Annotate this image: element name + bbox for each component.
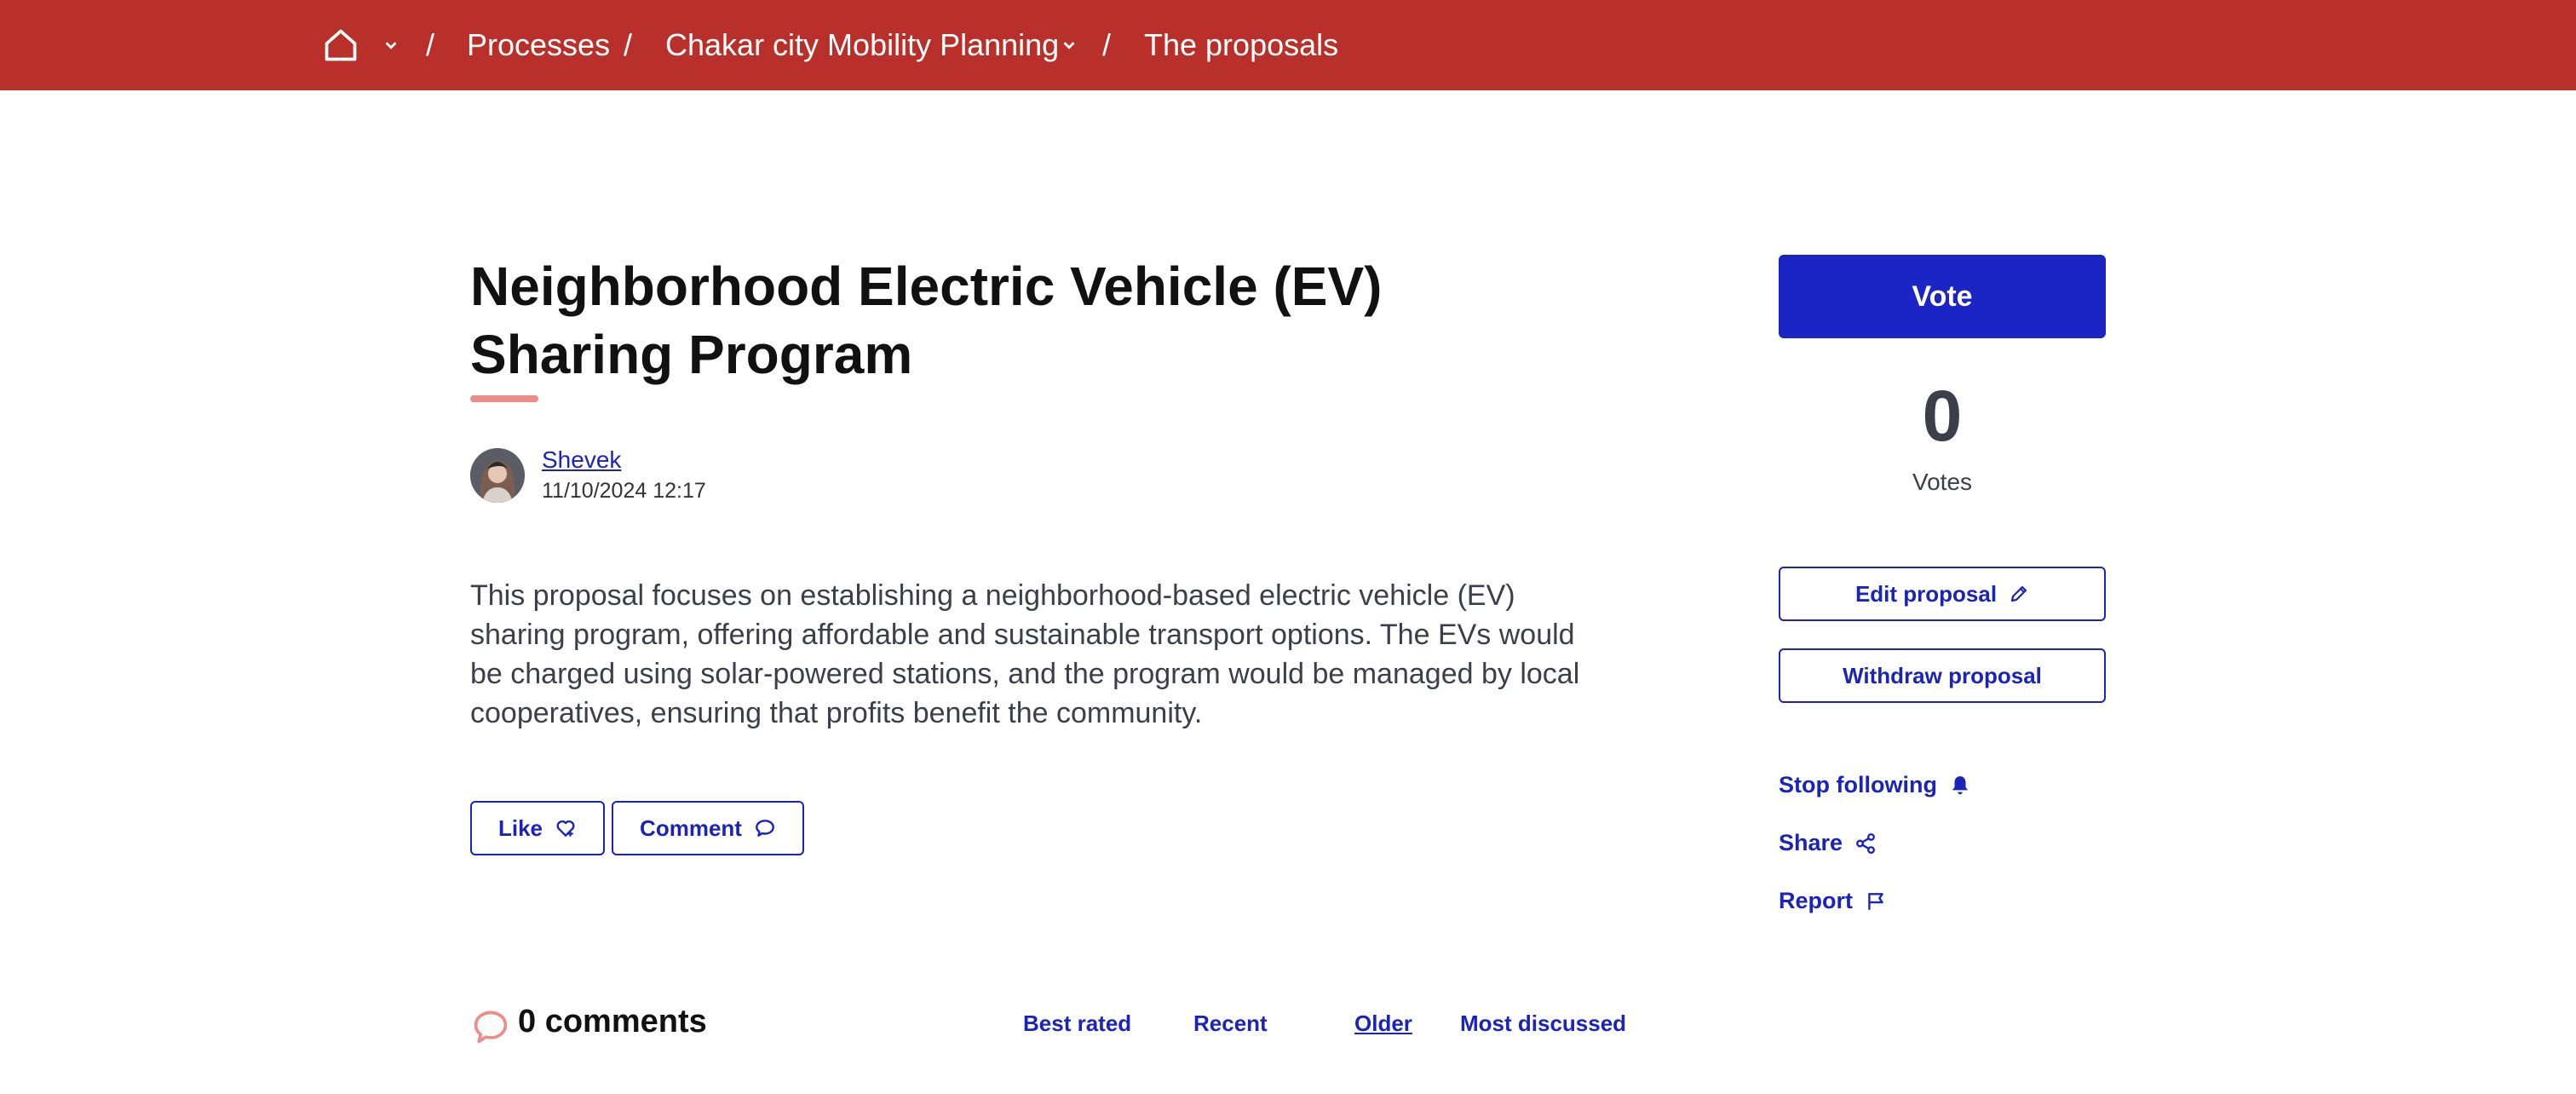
- title-underline-accent: [470, 395, 538, 402]
- breadcrumb-separator: /: [1102, 27, 1112, 62]
- sort-recent[interactable]: Recent: [1193, 1011, 1268, 1037]
- comment-button-label: Comment: [640, 815, 742, 841]
- stop-following-label: Stop following: [1779, 772, 1937, 797]
- proposal-body: This proposal focuses on establishing a …: [470, 579, 1580, 729]
- comments-count: 0 comments: [518, 1004, 707, 1039]
- stop-following-link[interactable]: Stop following: [1779, 772, 1971, 798]
- share-icon: [1856, 832, 1875, 854]
- proposal-date: 11/10/2024 12:17: [542, 479, 706, 503]
- votes-label: Votes: [1912, 469, 1973, 495]
- edit-proposal-label: Edit proposal: [1854, 580, 1998, 607]
- like-button[interactable]: Like: [470, 801, 605, 855]
- author-avatar[interactable]: [470, 448, 525, 503]
- comment-button[interactable]: Comment: [612, 801, 804, 855]
- breadcrumb-space[interactable]: Chakar city Mobility Planning: [665, 0, 1059, 90]
- report-link[interactable]: Report: [1779, 888, 1887, 914]
- sort-most-discussed[interactable]: Most discussed: [1460, 1011, 1626, 1037]
- like-button-label: Like: [497, 815, 543, 841]
- author-name-link[interactable]: Shevek: [542, 446, 621, 474]
- proposal-title: Neighborhood Electric Vehicle (EV) Shari…: [470, 256, 1383, 385]
- speech-bubble-icon: [756, 820, 774, 837]
- breadcrumb-current[interactable]: The proposals: [1144, 0, 1338, 90]
- edit-proposal-button[interactable]: Edit proposal: [1779, 567, 2106, 621]
- home-icon[interactable]: [322, 0, 359, 90]
- pencil-icon: [2010, 585, 2027, 602]
- sort-best-rated[interactable]: Best rated: [1023, 1011, 1131, 1037]
- space-menu-chevron-down-icon[interactable]: [1060, 0, 1078, 90]
- comments-bubble-icon: [472, 1008, 509, 1050]
- vote-count: 0: [1922, 376, 1963, 456]
- bell-icon: [1952, 775, 1969, 794]
- breadcrumb-separator: /: [426, 27, 435, 62]
- heart-icon: [556, 820, 575, 837]
- sort-older[interactable]: Older: [1354, 1011, 1412, 1037]
- flag-icon: [1868, 892, 1883, 910]
- share-link[interactable]: Share: [1779, 830, 1877, 856]
- breadcrumb-separator: /: [624, 27, 633, 62]
- home-menu-chevron-down-icon[interactable]: [382, 0, 400, 90]
- withdraw-proposal-button[interactable]: Withdraw proposal: [1779, 648, 2106, 703]
- share-label: Share: [1779, 830, 1843, 855]
- report-label: Report: [1779, 888, 1853, 913]
- breadcrumb-processes[interactable]: Processes: [467, 0, 610, 90]
- vote-button[interactable]: Vote: [1779, 255, 2106, 338]
